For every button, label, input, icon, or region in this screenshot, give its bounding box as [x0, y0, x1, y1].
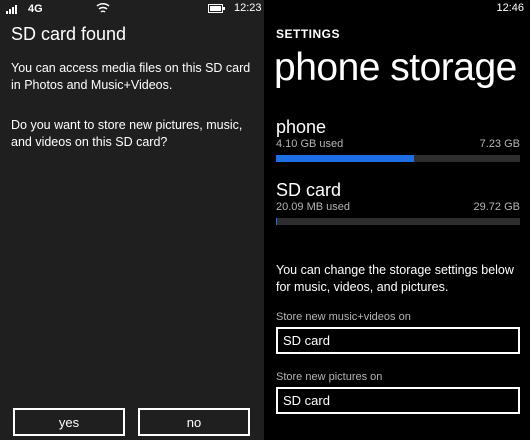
storage-item-sd-card[interactable]: SD card 20.09 MB used 29.72 GB [276, 179, 520, 225]
storage-used: 20.09 MB used [276, 201, 350, 213]
storage-total: 29.72 GB [473, 201, 520, 213]
page-title: phone storage [274, 46, 517, 89]
wifi-icon [96, 2, 110, 13]
status-time: 12:46 [496, 2, 524, 14]
storage-used: 4.10 GB used [276, 138, 344, 150]
no-button[interactable]: no [138, 408, 250, 436]
status-time: 12:23 [234, 2, 262, 14]
storage-usage-fill [276, 155, 415, 162]
storage-meta: 20.09 MB used 29.72 GB [276, 201, 520, 213]
storage-name: phone [276, 117, 327, 137]
storage-name: SD card [276, 180, 342, 200]
storage-total: 7.23 GB [479, 138, 520, 150]
battery-icon [208, 4, 225, 13]
pictures-location-select[interactable]: SD card [276, 387, 520, 414]
dialog-title: SD card found [11, 24, 127, 44]
storage-usage-bar [276, 218, 520, 225]
pictures-location-label: Store new pictures on [276, 371, 383, 383]
dialog-message: You can access media files on this SD ca… [11, 61, 251, 92]
status-bar: 4G 12:23 [0, 0, 264, 18]
music-videos-location-label: Store new music+videos on [276, 311, 411, 323]
yes-button[interactable]: yes [13, 408, 125, 436]
sd-card-found-screen: 4G 12:23 SD card found You can access me… [0, 0, 264, 440]
app-title: SETTINGS [276, 27, 341, 41]
dialog-question: Do you want to store new pictures, music… [11, 118, 243, 149]
music-videos-location-select[interactable]: SD card [276, 327, 520, 354]
signal-icon [6, 5, 17, 14]
storage-item-phone[interactable]: phone 4.10 GB used 7.23 GB [276, 116, 520, 162]
phone-storage-screen: 12:46 SETTINGS phone storage phone 4.10 … [267, 0, 530, 440]
storage-usage-bar [276, 155, 520, 162]
storage-settings-info: You can change the storage settings belo… [276, 263, 514, 294]
storage-meta: 4.10 GB used 7.23 GB [276, 138, 520, 150]
network-type: 4G [28, 3, 43, 15]
